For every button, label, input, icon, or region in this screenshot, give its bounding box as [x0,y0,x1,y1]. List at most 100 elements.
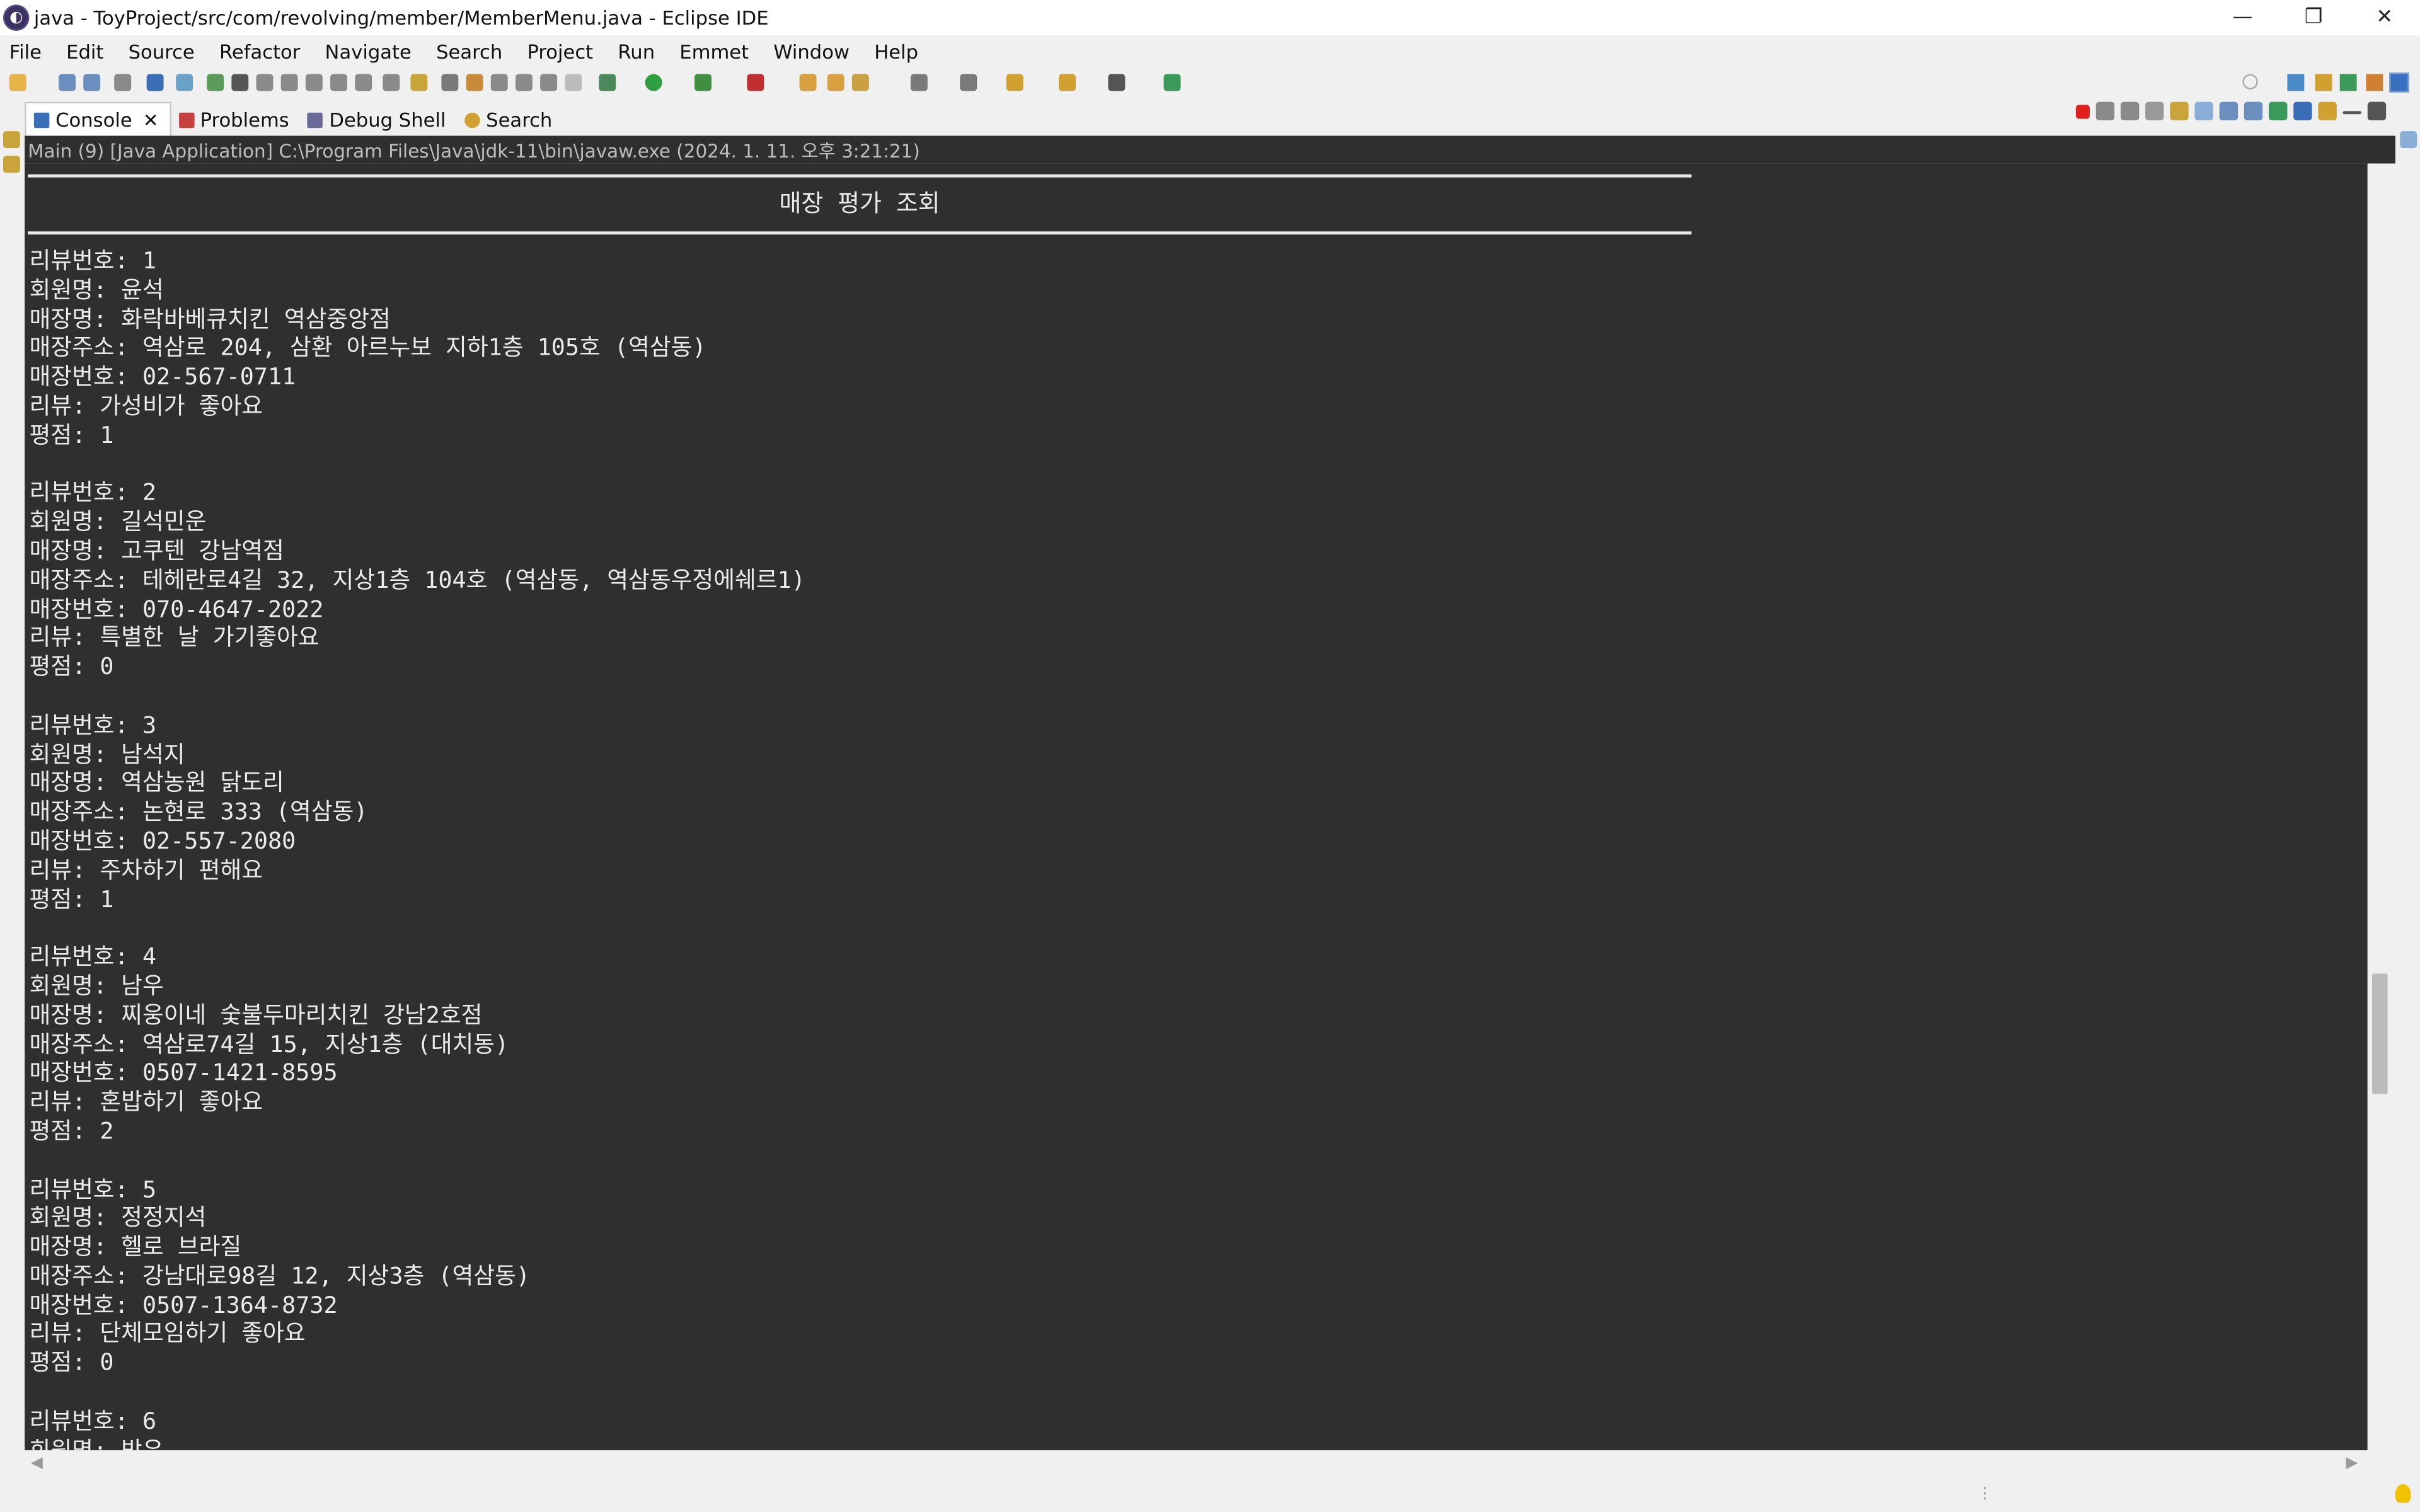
word-wrap-icon[interactable] [2194,101,2213,121]
console-line: 매장명: 화락바베큐치킨 역삼중앙점 [29,304,391,333]
vertical-scroll-thumb[interactable] [2372,973,2388,1094]
console-line: 평점: 1 [29,885,114,913]
open-task-icon[interactable] [851,74,869,91]
open-perspective-icon[interactable] [2287,74,2305,91]
step-into-icon[interactable] [305,74,323,91]
menu-refactor[interactable]: Refactor [210,39,316,62]
open-console-menu-icon[interactable] [2318,101,2337,121]
menu-project[interactable]: Project [518,39,609,62]
console-output[interactable]: 매장 평가 조회 리뷰번호: 1 회원명: 윤석 매장명: 화락바베큐치킨 역삼… [25,163,2368,1451]
disconnect-icon[interactable] [280,74,298,91]
terminate-toolbar-icon[interactable] [256,74,274,91]
pilcrow-icon[interactable] [565,74,582,91]
minimized-view-icon[interactable] [3,131,20,149]
restore-view-icon[interactable] [2400,131,2417,149]
drop-to-frame-icon[interactable] [383,74,400,91]
console-line: 매장번호: 0507-1364-8732 [29,1291,338,1319]
display-selected-console-icon[interactable] [2293,101,2312,121]
menu-source[interactable]: Source [119,39,210,62]
show-whitespace-icon[interactable] [540,74,558,91]
run-icon[interactable] [645,74,662,91]
console-line: 매장번호: 02-557-2080 [29,827,296,855]
console-line: 리뷰: 특별한 날 가기좋아요 [29,624,320,652]
console-line: 평점: 1 [29,421,114,449]
active-perspective-icon[interactable] [2389,72,2409,93]
lightbulb-icon[interactable] [2395,1484,2411,1503]
back-arrow-icon[interactable] [1059,74,1076,91]
console-horizontal-scrollbar[interactable]: ◀ ▶ [25,1450,2368,1479]
open-console-icon[interactable] [1163,74,1181,91]
minimize-view-icon[interactable] [2342,111,2361,115]
pin-console-icon[interactable] [2269,101,2288,121]
maximize-view-icon[interactable] [2367,101,2387,121]
menu-edit[interactable]: Edit [57,39,118,62]
console-lines: 리뷰번호: 1 회원명: 윤석 매장명: 화락바베큐치킨 역삼중앙점 매장주소:… [30,247,805,1450]
tab-console-label: Console [55,108,132,132]
external-tools-icon[interactable] [441,74,459,91]
tab-console[interactable]: Console ✕ [25,101,171,136]
tab-debug-shell-label: Debug Shell [329,108,446,132]
console-line: 회원명: 윤석 [29,275,164,304]
console-toolbar-icon[interactable] [146,74,164,91]
tab-debug-shell[interactable]: Debug Shell [300,103,457,135]
step-over-icon[interactable] [330,74,348,91]
minimize-button[interactable]: — [2207,0,2278,35]
console-line [30,914,805,943]
console-line: 회원명: 길석민운 [29,508,207,536]
menu-window[interactable]: Window [764,39,865,62]
toggle-word-wrap-icon[interactable] [515,74,533,91]
menu-help[interactable]: Help [865,39,934,62]
console-line [30,1378,805,1407]
show-console-on-output-icon[interactable] [2219,101,2238,121]
pin-icon[interactable] [960,74,977,91]
terminate-icon[interactable] [2075,105,2090,119]
close-button[interactable]: ✕ [2349,0,2420,35]
close-icon[interactable]: ✕ [143,109,159,130]
debug-perspective-icon[interactable] [2339,74,2357,91]
remove-all-terminated-icon[interactable] [2120,101,2140,121]
console-line: 매장명: 헬로 브라질 [29,1232,242,1261]
java-ee-perspective-icon[interactable] [2315,74,2332,91]
search-icon[interactable] [2242,74,2258,90]
external-run-icon[interactable] [747,74,764,91]
restore-button[interactable]: ❐ [2278,0,2349,35]
menu-navigate[interactable]: Navigate [316,39,427,62]
menu-emmet[interactable]: Emmet [671,39,764,62]
menu-search[interactable]: Search [427,39,517,62]
step-return-icon[interactable] [355,74,372,91]
open-type-icon[interactable] [827,74,844,91]
back-icon[interactable] [1006,74,1023,91]
minimized-outline-icon[interactable] [3,156,20,173]
use-step-filters-icon[interactable] [410,74,428,91]
java-perspective-icon[interactable] [2366,74,2383,91]
console-line: 매장명: 찌웅이네 숯불두마리치킨 강남2호점 [29,1000,483,1029]
save-icon[interactable] [59,74,76,91]
console-line [30,450,805,479]
console-line: 매장주소: 강남대로98길 12, 지상3층 (역삼동) [29,1262,531,1290]
remove-launch-icon[interactable] [2095,101,2115,121]
menu-file[interactable]: File [0,39,57,62]
resume-icon[interactable] [207,74,224,91]
suspend-icon[interactable] [231,74,249,91]
menu-run[interactable]: Run [609,39,671,62]
print-icon[interactable] [114,74,132,91]
toggle-mark-icon[interactable] [466,74,483,91]
scroll-left-icon[interactable]: ◀ [31,1455,43,1472]
new-icon[interactable] [9,74,26,91]
tab-search[interactable]: Search [457,103,563,135]
debug-icon[interactable] [599,74,616,91]
forward-arrow-icon[interactable] [1108,74,1126,91]
console-vertical-scrollbar[interactable] [2367,163,2395,1451]
scroll-right-icon[interactable]: ▶ [2346,1455,2358,1472]
coverage-icon[interactable] [694,74,712,91]
console-header-title: 매장 평가 조회 [779,190,940,218]
tab-problems[interactable]: Problems [171,103,300,135]
skip-breakpoints-icon[interactable] [176,74,193,91]
new-java-project-icon[interactable] [799,74,817,91]
annotation-icon[interactable] [910,74,928,91]
toggle-block-icon[interactable] [490,74,508,91]
clear-console-icon[interactable] [2145,101,2164,121]
show-console-on-error-icon[interactable] [2244,101,2263,121]
save-all-icon[interactable] [83,74,101,91]
scroll-lock-icon[interactable] [2170,101,2189,121]
